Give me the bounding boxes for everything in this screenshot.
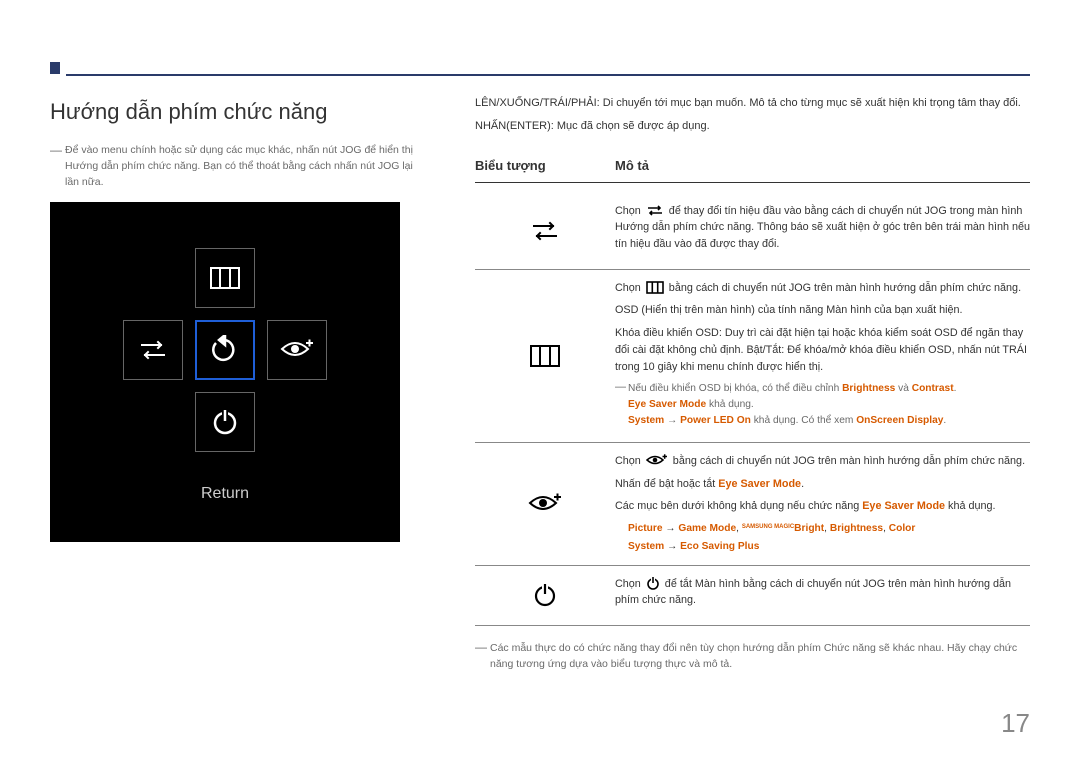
row-menu-desc: Chọn bằng cách di chuyển nút JOG trên mà… bbox=[615, 280, 1030, 432]
row-eye-subnote: Picture → Game Mode, SAMSUNG MAGICBright… bbox=[615, 521, 1030, 555]
table-row-menu: Chọn bằng cách di chuyển nút JOG trên mà… bbox=[475, 270, 1030, 443]
row-menu-icon bbox=[475, 345, 615, 367]
osd-power-icon bbox=[195, 392, 255, 452]
osd-cell-empty bbox=[267, 392, 327, 452]
row-source-icon bbox=[475, 220, 615, 242]
page-title: Hướng dẫn phím chức năng bbox=[50, 95, 420, 128]
osd-menu-icon bbox=[195, 248, 255, 308]
right-column: LÊN/XUỐNG/TRÁI/PHẢI: Di chuyển tới mục b… bbox=[475, 95, 1030, 673]
intro-note: Để vào menu chính hoặc sử dụng các mục k… bbox=[50, 143, 420, 190]
row-eye-icon bbox=[475, 493, 615, 515]
left-column: Hướng dẫn phím chức năng Để vào menu chí… bbox=[50, 95, 420, 673]
header-line bbox=[66, 74, 1030, 76]
osd-grid bbox=[123, 248, 327, 452]
row-power-icon bbox=[475, 583, 615, 607]
intro-line-1: LÊN/XUỐNG/TRÁI/PHẢI: Di chuyển tới mục b… bbox=[475, 95, 1030, 112]
table-header: Biểu tượng Mô tả bbox=[475, 156, 1030, 183]
footnote: Các mẫu thực do có chức năng thay đổi nê… bbox=[475, 640, 1030, 673]
osd-source-icon bbox=[123, 320, 183, 380]
row-menu-subnote: Nếu điều khiển OSD bị khóa, có thể điều … bbox=[615, 381, 1030, 428]
osd-preview-panel: Return bbox=[50, 202, 400, 542]
header-rule bbox=[50, 62, 1030, 76]
header-marker bbox=[50, 62, 60, 74]
osd-eye-saver-icon bbox=[267, 320, 327, 380]
osd-cell-empty bbox=[123, 248, 183, 308]
intro-line-2: NHẤN(ENTER): Mục đã chọn sẽ được áp dụng… bbox=[475, 118, 1030, 135]
row-source-desc: Chọn để thay đổi tín hiệu đầu vào bằng c… bbox=[615, 203, 1030, 259]
table-row-source: Chọn để thay đổi tín hiệu đầu vào bằng c… bbox=[475, 193, 1030, 270]
osd-cell-empty bbox=[123, 392, 183, 452]
header-desc-col: Mô tả bbox=[615, 156, 1030, 176]
header-icon-col: Biểu tượng bbox=[475, 156, 615, 176]
osd-return-label: Return bbox=[201, 482, 249, 506]
osd-return-icon bbox=[195, 320, 255, 380]
page-number: 17 bbox=[1001, 704, 1030, 743]
osd-cell-empty bbox=[267, 248, 327, 308]
page-content: Hướng dẫn phím chức năng Để vào menu chí… bbox=[50, 95, 1030, 673]
table-row-power: Chọn để tắt Màn hình bằng cách di chuyển… bbox=[475, 566, 1030, 626]
row-eye-desc: Chọn bằng cách di chuyển nút JOG trên mà… bbox=[615, 453, 1030, 555]
intro-lines: LÊN/XUỐNG/TRÁI/PHẢI: Di chuyển tới mục b… bbox=[475, 95, 1030, 134]
row-power-desc: Chọn để tắt Màn hình bằng cách di chuyển… bbox=[615, 576, 1030, 615]
table-row-eye: Chọn bằng cách di chuyển nút JOG trên mà… bbox=[475, 443, 1030, 566]
